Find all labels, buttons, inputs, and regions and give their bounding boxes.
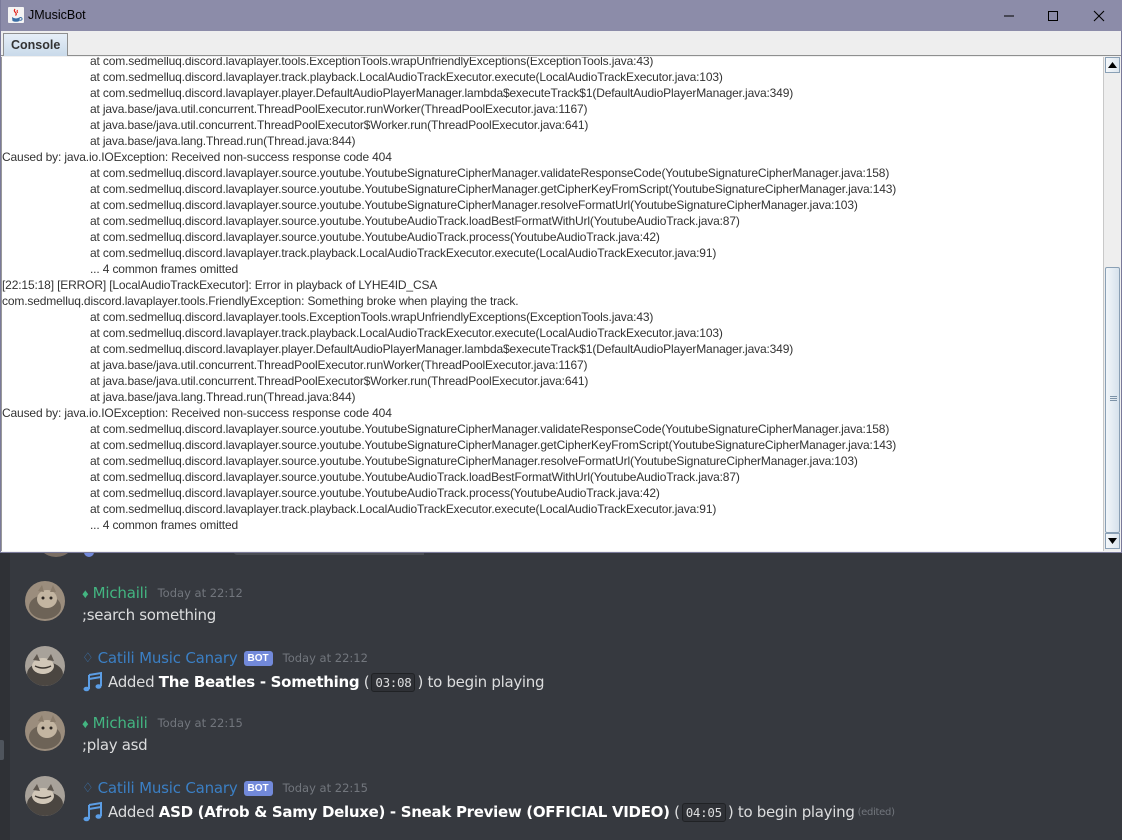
chat-message: ♢ Catili Music Canary BOT Today at 22:12… — [0, 646, 1122, 708]
stack-trace-line: at com.sedmelluq.discord.lavaplayer.sour… — [90, 470, 740, 484]
stack-trace-line: at com.sedmelluq.discord.lavaplayer.tool… — [90, 310, 654, 324]
message-author[interactable]: Michaili — [93, 584, 148, 602]
stack-trace-line: at java.base/java.lang.Thread.run(Thread… — [90, 134, 356, 148]
scroll-down-button[interactable] — [1105, 533, 1120, 549]
message-content: Added The Beatles - Something (03:08) to… — [82, 671, 545, 693]
java-cup-icon — [8, 7, 24, 23]
arrow-down-icon — [1108, 538, 1117, 544]
open-paren: ( — [363, 673, 370, 691]
added-label: Added — [108, 673, 155, 691]
maximize-icon — [1048, 10, 1058, 21]
message-timestamp: Today at 22:15 — [282, 781, 368, 795]
stack-trace-line: at com.sedmelluq.discord.lavaplayer.trac… — [90, 326, 723, 340]
stack-trace-line: at com.sedmelluq.discord.lavaplayer.sour… — [90, 182, 897, 196]
stack-trace-line: at com.sedmelluq.discord.lavaplayer.sour… — [90, 438, 897, 452]
stack-trace-line: at com.sedmelluq.discord.lavaplayer.trac… — [90, 246, 717, 260]
track-duration: 04:05 — [681, 802, 726, 822]
message-author[interactable]: Michaili — [93, 714, 148, 732]
message-timestamp: Today at 22:15 — [157, 716, 243, 730]
stack-trace-line: at java.base/java.util.concurrent.Thread… — [90, 102, 588, 116]
message-timestamp: Today at 22:12 — [282, 651, 368, 665]
track-title: ASD (Afrob & Samy Deluxe) - Sneak Previe… — [158, 803, 670, 821]
open-paren: ( — [674, 803, 680, 821]
scrollbar-thumb[interactable] — [1105, 267, 1120, 533]
role-diamond-icon: ♦ — [82, 715, 89, 731]
log-line: com.sedmelluq.discord.lavaplayer.tools.F… — [2, 294, 519, 308]
stack-trace-line: at com.sedmelluq.discord.lavaplayer.sour… — [90, 230, 660, 244]
bot-badge: BOT — [243, 650, 273, 666]
tab-console[interactable]: Console — [3, 33, 69, 56]
stack-trace-line: at com.sedmelluq.discord.lavaplayer.sour… — [90, 486, 660, 500]
chat-message: ♢ Catili Music Canary BOT Today at 22:15… — [0, 776, 1122, 838]
message-content: Added ASD (Afrob & Samy Deluxe) - Sneak … — [82, 801, 895, 823]
close-button[interactable] — [1076, 0, 1122, 31]
message-content: ;play asd — [82, 736, 148, 754]
stack-trace-line: ... 4 common frames omitted — [90, 518, 239, 532]
minimize-button[interactable] — [986, 0, 1032, 31]
console-output[interactable]: at com.sedmelluq.discord.lavaplayer.tool… — [1, 57, 1103, 551]
track-duration: 03:08 — [371, 672, 416, 692]
stack-trace-line: at com.sedmelluq.discord.lavaplayer.trac… — [90, 502, 717, 516]
stack-trace-line: at java.base/java.util.concurrent.Thread… — [90, 358, 588, 372]
message-text — [234, 553, 424, 555]
window-title: JMusicBot — [28, 8, 86, 22]
stack-trace-line: at com.sedmelluq.discord.lavaplayer.sour… — [90, 166, 890, 180]
stack-trace-line: at java.base/java.util.concurrent.Thread… — [90, 118, 589, 132]
musical-notes-icon — [83, 671, 102, 692]
close-paren: ) — [417, 673, 424, 691]
musical-notes-icon — [84, 553, 94, 557]
avatar[interactable] — [25, 646, 65, 686]
stack-trace-line: at com.sedmelluq.discord.lavaplayer.play… — [90, 86, 794, 100]
close-icon — [1093, 10, 1105, 21]
stack-trace-line: at java.base/java.lang.Thread.run(Thread… — [90, 390, 356, 404]
message-author[interactable]: Catili Music Canary — [98, 779, 238, 797]
chat-message: ♦ Michaili Today at 22:12 ;search someth… — [0, 581, 1122, 643]
arrow-up-icon — [1108, 62, 1117, 68]
stack-trace-line: at com.sedmelluq.discord.lavaplayer.sour… — [90, 422, 890, 436]
track-title: The Beatles - Something — [158, 673, 360, 691]
close-paren: ) — [727, 803, 734, 821]
avatar[interactable] — [25, 581, 65, 621]
scroll-up-button[interactable] — [1105, 57, 1120, 73]
avatar[interactable] — [25, 711, 65, 751]
message-timestamp: Today at 22:12 — [157, 586, 243, 600]
bot-badge: BOT — [243, 780, 273, 796]
log-line: Caused by: java.io.IOException: Received… — [2, 406, 392, 420]
title-bar[interactable]: JMusicBot — [1, 0, 1122, 31]
chat-message: ♦ Michaili Today at 22:15 ;play asd — [0, 711, 1122, 773]
stack-trace-line: at com.sedmelluq.discord.lavaplayer.play… — [90, 342, 794, 356]
message-author[interactable]: Catili Music Canary — [98, 649, 238, 667]
added-label: Added — [108, 803, 155, 821]
tab-bar: Console — [1, 31, 1121, 56]
avatar — [36, 553, 76, 557]
stack-trace-line: at com.sedmelluq.discord.lavaplayer.trac… — [90, 70, 723, 84]
musical-notes-icon — [83, 801, 102, 822]
minimize-icon — [1004, 15, 1014, 16]
log-line: Caused by: java.io.IOException: Received… — [2, 150, 392, 164]
maximize-button[interactable] — [1030, 0, 1076, 31]
stack-trace-line: at java.base/java.util.concurrent.Thread… — [90, 374, 589, 388]
stack-trace-line: at com.sedmelluq.discord.lavaplayer.sour… — [90, 454, 858, 468]
stack-trace-line: at com.sedmelluq.discord.lavaplayer.sour… — [90, 214, 740, 228]
role-diamond-icon: ♦ — [82, 585, 89, 601]
stack-trace-line: at com.sedmelluq.discord.lavaplayer.sour… — [90, 198, 858, 212]
log-line: [22:15:18] [ERROR] [LocalAudioTrackExecu… — [2, 278, 438, 292]
role-diamond-icon: ♢ — [82, 650, 94, 665]
jmusicbot-window: JMusicBot Console at com.sedmelluq.disco… — [0, 0, 1122, 553]
avatar[interactable] — [25, 776, 65, 816]
playback-status: to begin playing — [737, 803, 855, 821]
message-content: ;search something — [82, 606, 216, 624]
role-diamond-icon: ♢ — [82, 780, 94, 795]
stack-trace-line: at com.sedmelluq.discord.lavaplayer.tool… — [90, 57, 654, 68]
edited-label: (edited) — [857, 806, 895, 818]
partially-hidden-message — [24, 553, 424, 559]
stack-trace-line: ... 4 common frames omitted — [90, 262, 239, 276]
console-scrollbar[interactable] — [1103, 57, 1120, 551]
playback-status: to begin playing — [427, 673, 545, 691]
